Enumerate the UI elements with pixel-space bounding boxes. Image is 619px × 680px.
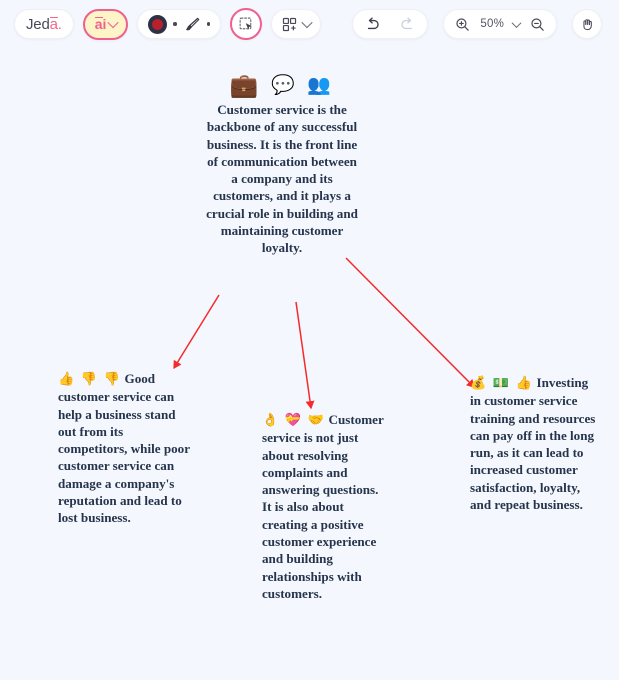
pan-tool-button[interactable] xyxy=(572,9,603,39)
node-center-emojis: 💼 💬 👥 xyxy=(229,73,335,99)
history-group xyxy=(352,9,429,39)
selection-cursor-icon xyxy=(239,17,252,30)
filled-circle-icon[interactable] xyxy=(148,14,168,34)
chevron-down-icon[interactable] xyxy=(511,17,522,28)
select-tool-button[interactable] xyxy=(230,8,263,40)
node-right-emojis: 💰 💵 👍 xyxy=(470,376,534,391)
hand-icon xyxy=(582,18,592,30)
ai-assistant-button[interactable]: ai xyxy=(82,8,129,40)
jeda-logo-text: Jeda. xyxy=(26,15,62,33)
undo-arrow-icon[interactable] xyxy=(363,15,382,34)
node-center-text: Customer service is the backbone of any … xyxy=(206,102,358,256)
add-grid-icon xyxy=(283,17,297,31)
arrow-center-to-right xyxy=(345,257,475,388)
mindmap-canvas[interactable]: 💼 💬 👥 Customer service is the backbone o… xyxy=(0,48,619,680)
shape-options-dot-icon[interactable] xyxy=(173,22,177,26)
ai-button-label: ai xyxy=(94,16,107,32)
node-left-emojis: 👍 👎 👎 xyxy=(58,372,122,387)
arrow-center-to-middle xyxy=(295,301,315,410)
draw-tools-group xyxy=(137,9,222,39)
templates-button[interactable] xyxy=(271,9,322,39)
node-middle-emojis: 👌 💝 🤝 xyxy=(262,413,326,428)
node-right-text: Investing in customer service training a… xyxy=(470,375,596,513)
mindmap-node-left[interactable]: 👍 👎 👎 Good customer service can help a b… xyxy=(58,370,190,527)
top-toolbar: Jeda. ai 50% xyxy=(0,0,619,48)
zoom-group: 50% xyxy=(443,9,558,39)
node-left-text: Good customer service can help a busines… xyxy=(58,371,190,526)
paintbrush-icon[interactable] xyxy=(183,15,201,33)
zoom-out-magnifier-icon[interactable] xyxy=(529,16,546,33)
node-middle-text: Customer service is not just about resol… xyxy=(262,412,384,601)
chevron-down-icon xyxy=(107,16,120,29)
zoom-in-magnifier-icon[interactable] xyxy=(454,16,471,33)
mindmap-node-center[interactable]: 💼 💬 👥 Customer service is the backbone o… xyxy=(203,73,361,257)
chevron-down-icon xyxy=(301,16,314,29)
brush-options-dot-icon[interactable] xyxy=(206,22,211,26)
jeda-logo[interactable]: Jeda. xyxy=(14,9,74,39)
arrow-center-to-left xyxy=(173,294,220,370)
zoom-level-label[interactable]: 50% xyxy=(480,18,504,30)
mindmap-node-middle[interactable]: 👌 💝 🤝 Customer service is not just about… xyxy=(262,411,390,602)
mindmap-node-right[interactable]: 💰 💵 👍 Investing in customer service trai… xyxy=(470,374,600,513)
redo-arrow-icon[interactable] xyxy=(398,15,417,34)
